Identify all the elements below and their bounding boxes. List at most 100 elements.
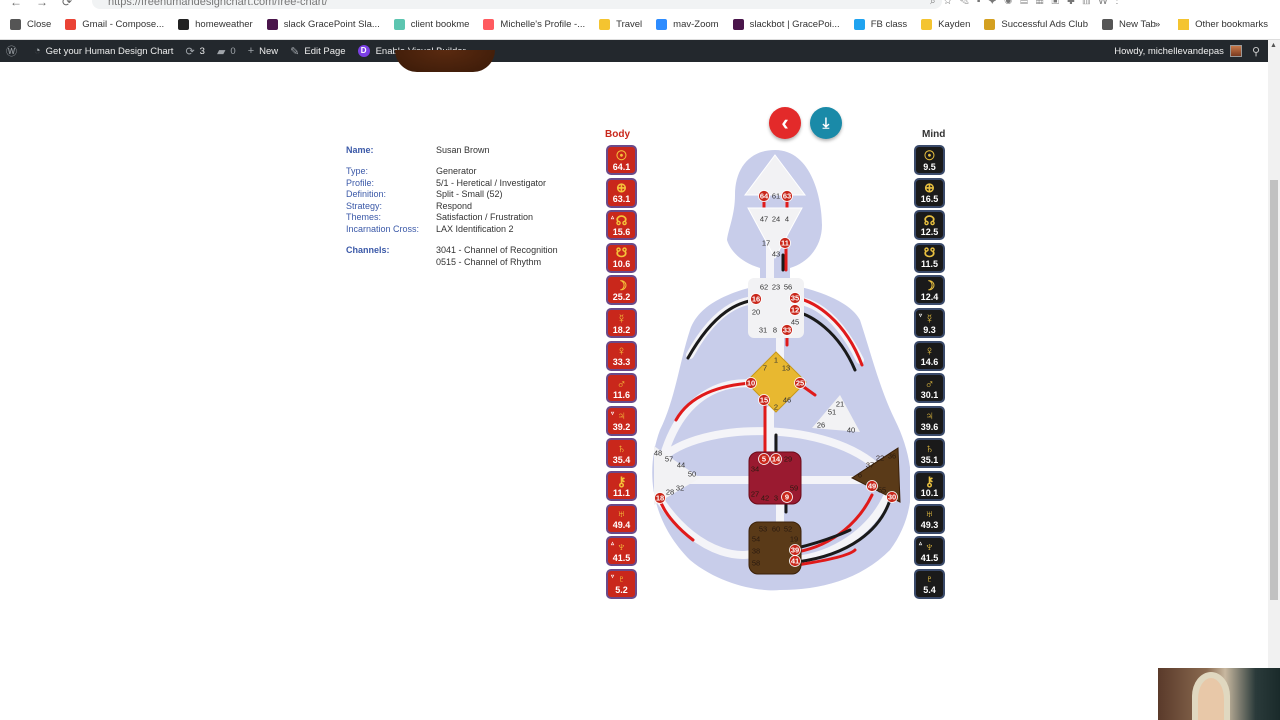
bookmark-item[interactable]: Kayden bbox=[921, 18, 970, 30]
gate-55[interactable]: 55 bbox=[878, 486, 886, 495]
page-scrollbar[interactable]: ▲ bbox=[1268, 40, 1280, 720]
bookmark-item[interactable]: FB class bbox=[853, 18, 907, 30]
gate-54[interactable]: 54 bbox=[752, 535, 760, 544]
mind-planet-mercury[interactable]: ▿ ☿ 9.3 bbox=[914, 308, 945, 338]
body-planet-south-node[interactable]: ☋ 10.6 bbox=[606, 242, 637, 273]
body-planet-chiron[interactable]: ⚷ 11.1 bbox=[606, 471, 637, 501]
gate-7[interactable]: 7 bbox=[763, 364, 767, 373]
gate-47[interactable]: 47 bbox=[760, 215, 768, 224]
new-content-link[interactable]: + New bbox=[248, 45, 278, 57]
gate-48[interactable]: 48 bbox=[654, 449, 662, 458]
wordpress-logo[interactable]: Ⓦ bbox=[6, 43, 22, 59]
body-planet-jupiter[interactable]: ▿ ♃ 39.2 bbox=[606, 405, 637, 436]
howdy-user[interactable]: Howdy, michellevandepas bbox=[1114, 46, 1224, 57]
bookmark-item[interactable]: homeweather bbox=[178, 18, 253, 30]
gate-63[interactable]: 63 bbox=[783, 192, 791, 201]
gate-13[interactable]: 13 bbox=[782, 364, 790, 373]
bookmark-item[interactable]: New Tab bbox=[1101, 18, 1156, 30]
gate-56[interactable]: 56 bbox=[784, 283, 792, 292]
gate-45[interactable]: 45 bbox=[791, 318, 799, 327]
gate-52[interactable]: 52 bbox=[784, 525, 792, 534]
gate-51[interactable]: 51 bbox=[828, 408, 836, 417]
gate-49[interactable]: 49 bbox=[868, 482, 876, 491]
body-planet-uranus[interactable]: ♅ 49.4 bbox=[606, 503, 637, 534]
gate-9[interactable]: 9 bbox=[785, 493, 789, 502]
user-avatar[interactable] bbox=[1229, 45, 1242, 57]
gate-43[interactable]: 43 bbox=[772, 250, 780, 259]
gate-39[interactable]: 39 bbox=[791, 546, 799, 555]
gate-15[interactable]: 15 bbox=[760, 396, 768, 405]
gate-11[interactable]: 11 bbox=[781, 239, 789, 248]
gate-60[interactable]: 60 bbox=[772, 525, 780, 534]
gate-18[interactable]: 18 bbox=[656, 494, 664, 503]
gate-24[interactable]: 24 bbox=[772, 215, 780, 224]
gate-20[interactable]: 20 bbox=[752, 308, 760, 317]
gate-34[interactable]: 34 bbox=[751, 465, 759, 474]
body-planet-neptune[interactable]: ▵ ♆ 41.5 bbox=[606, 536, 637, 567]
gate-19[interactable]: 19 bbox=[790, 535, 798, 544]
gate-27[interactable]: 27 bbox=[751, 490, 759, 499]
gate-2[interactable]: 2 bbox=[774, 403, 778, 412]
gate-28[interactable]: 28 bbox=[666, 488, 674, 497]
bookmark-item[interactable]: client bookme bbox=[393, 18, 469, 30]
body-planet-saturn[interactable]: ♄ 35.4 bbox=[606, 438, 637, 469]
gate-16[interactable]: 16 bbox=[752, 295, 760, 304]
bookmark-item[interactable]: mav-Zoom bbox=[656, 18, 719, 30]
back-button[interactable]: ‹ bbox=[769, 107, 801, 139]
bookmark-item[interactable]: Travel bbox=[599, 18, 642, 30]
browser-nav-buttons[interactable]: ←→⟳ bbox=[10, 0, 86, 9]
gate-61[interactable]: 61 bbox=[772, 192, 780, 201]
body-planet-north-node[interactable]: ▵ ☊ 15.6 bbox=[606, 210, 637, 241]
mind-planet-earth[interactable]: ⊕ 16.5 bbox=[914, 177, 945, 208]
gate-33[interactable]: 33 bbox=[783, 326, 791, 335]
mind-planet-south-node[interactable]: ☋ 11.5 bbox=[914, 242, 945, 273]
gate-37[interactable]: 37 bbox=[866, 461, 874, 470]
body-planet-mercury[interactable]: ☿ 18.2 bbox=[606, 308, 637, 338]
gate-41[interactable]: 41 bbox=[791, 557, 799, 566]
gate-6[interactable]: 6 bbox=[858, 471, 862, 480]
body-planet-moon[interactable]: ☽ 25.2 bbox=[606, 275, 637, 306]
gate-22[interactable]: 22 bbox=[876, 454, 884, 463]
mind-planet-jupiter[interactable]: ♃ 39.6 bbox=[914, 405, 945, 436]
gate-62[interactable]: 62 bbox=[760, 283, 768, 292]
body-planet-earth[interactable]: ⊕ 63.1 bbox=[606, 177, 637, 208]
mind-planet-uranus[interactable]: ♅ 49.3 bbox=[914, 503, 945, 534]
url-field[interactable]: https://freehumandesignchart.com/free-ch… bbox=[92, 0, 942, 9]
gate-42[interactable]: 42 bbox=[761, 494, 769, 503]
gate-3[interactable]: 3 bbox=[774, 494, 778, 503]
bookmark-item[interactable]: slackbot | GracePoi... bbox=[732, 18, 840, 30]
gate-17[interactable]: 17 bbox=[762, 239, 770, 248]
gate-59[interactable]: 59 bbox=[790, 484, 798, 493]
gate-21[interactable]: 21 bbox=[836, 400, 844, 409]
gate-30[interactable]: 30 bbox=[888, 493, 896, 502]
gate-40[interactable]: 40 bbox=[847, 426, 855, 435]
comments-link[interactable]: ▰ 0 bbox=[217, 45, 236, 58]
gate-44[interactable]: 44 bbox=[677, 461, 685, 470]
gate-23[interactable]: 23 bbox=[772, 283, 780, 292]
mind-planet-moon[interactable]: ☽ 12.4 bbox=[914, 275, 945, 306]
gate-31[interactable]: 31 bbox=[759, 326, 767, 335]
gate-53[interactable]: 53 bbox=[759, 525, 767, 534]
body-planet-mars[interactable]: ♂ 11.6 bbox=[606, 373, 637, 404]
site-name-link[interactable]: ◔ Get your Human Design Chart bbox=[34, 45, 173, 57]
gate-26[interactable]: 26 bbox=[817, 421, 825, 430]
bookmark-item[interactable]: Close bbox=[10, 18, 51, 30]
gate-36[interactable]: 36 bbox=[888, 452, 896, 461]
scroll-up-icon[interactable]: ▲ bbox=[1270, 42, 1277, 49]
download-button[interactable]: ⤓ bbox=[810, 107, 842, 139]
gate-32[interactable]: 32 bbox=[676, 484, 684, 493]
mind-planet-chiron[interactable]: ⚷ 10.1 bbox=[914, 471, 945, 501]
updates-link[interactable]: ⟳ 3 bbox=[185, 45, 205, 58]
body-planet-sun[interactable]: ☉ 64.1 bbox=[606, 145, 637, 175]
other-bookmarks[interactable]: Other bookmarks bbox=[1195, 19, 1268, 30]
gate-10[interactable]: 10 bbox=[747, 379, 755, 388]
mind-planet-saturn[interactable]: ♄ 35.1 bbox=[914, 438, 945, 469]
gate-8[interactable]: 8 bbox=[773, 326, 777, 335]
gate-25[interactable]: 25 bbox=[796, 379, 804, 388]
mind-planet-neptune[interactable]: ▵ ♆ 41.5 bbox=[914, 536, 945, 567]
search-icon[interactable]: ⚲ bbox=[1252, 45, 1260, 58]
gate-14[interactable]: 14 bbox=[772, 455, 781, 464]
bookmark-item[interactable]: Michelle's Profile -... bbox=[483, 18, 585, 30]
body-planet-pluto[interactable]: ▿ ♇ 5.2 bbox=[606, 568, 637, 599]
gate-5[interactable]: 5 bbox=[762, 455, 766, 464]
